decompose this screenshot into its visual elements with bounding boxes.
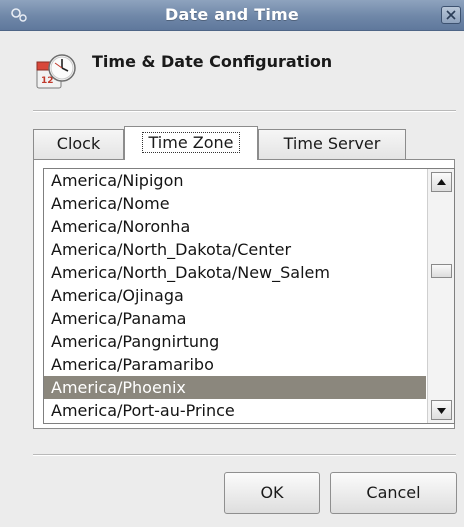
list-item[interactable]: America/Pangnirtung [44, 330, 426, 353]
arrow-up-icon [437, 179, 446, 185]
calendar-clock-icon: 12 [36, 54, 76, 89]
list-item[interactable]: America/Port-au-Prince [44, 399, 426, 422]
tab-time-zone[interactable]: Time Zone [124, 126, 258, 160]
list-item[interactable]: America/Nipigon [44, 169, 426, 192]
date-time-dialog: Date and Time 12 Time & Date Configurati… [0, 0, 464, 527]
scroll-thumb[interactable] [431, 264, 452, 278]
scroll-up-button[interactable] [431, 172, 452, 192]
list-item[interactable]: America/Nome [44, 192, 426, 215]
tab-time-server[interactable]: Time Server [258, 129, 406, 159]
list-item[interactable]: America/North_Dakota/Center [44, 238, 426, 261]
svg-text:12: 12 [41, 76, 54, 86]
list-item[interactable]: America/Panama [44, 307, 426, 330]
close-button[interactable] [441, 6, 461, 24]
timezone-list[interactable]: America/Nipigon America/Nome America/Nor… [43, 168, 455, 424]
cancel-button[interactable]: Cancel [330, 472, 457, 514]
list-item-selected[interactable]: America/Phoenix [44, 376, 426, 399]
footer-divider [33, 454, 456, 456]
header-title: Time & Date Configuration [92, 52, 333, 71]
scroll-down-button[interactable] [431, 400, 452, 420]
window-title: Date and Time [165, 5, 299, 24]
ok-button[interactable]: OK [224, 472, 320, 514]
list-scrollbar[interactable] [427, 169, 454, 423]
tab-clock[interactable]: Clock [33, 129, 124, 159]
header-divider [33, 110, 456, 112]
list-item[interactable]: America/North_Dakota/New_Salem [44, 261, 426, 284]
close-icon [446, 10, 456, 20]
tab-label: Time Server [283, 134, 381, 153]
tab-label: Time Zone [141, 132, 241, 153]
title-bar[interactable]: Date and Time [0, 0, 464, 31]
list-item[interactable]: America/Noronha [44, 215, 426, 238]
arrow-down-icon [437, 408, 446, 414]
list-item[interactable]: America/Paramaribo [44, 353, 426, 376]
tab-label: Clock [56, 134, 101, 153]
list-item[interactable]: America/Ojinaga [44, 284, 426, 307]
